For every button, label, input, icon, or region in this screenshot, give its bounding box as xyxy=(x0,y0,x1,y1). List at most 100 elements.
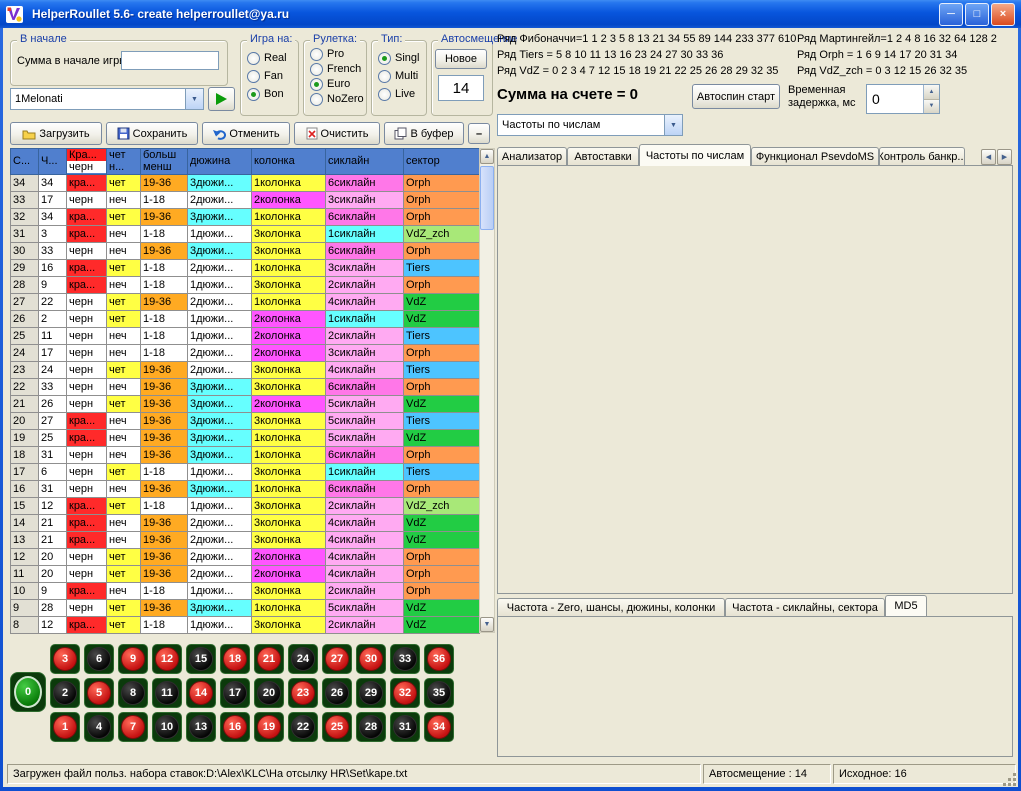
col-header-color[interactable]: Кра...черн xyxy=(67,149,107,175)
number-chip-3[interactable]: 3 xyxy=(50,644,80,674)
history-row[interactable]: 313кра...неч1-181дюжи...3колонка1сиклайн… xyxy=(11,226,480,243)
tabs-scroll-left-button[interactable]: ◀ xyxy=(981,149,996,165)
history-row[interactable]: 3033черннеч19-363дюжи...3колонка6сиклайн… xyxy=(11,243,480,260)
preset-combobox[interactable]: 1Melonati ▼ xyxy=(10,88,204,110)
chevron-down-icon[interactable]: ▼ xyxy=(185,89,203,109)
number-chip-13[interactable]: 13 xyxy=(186,712,216,742)
number-chip-27[interactable]: 27 xyxy=(322,644,352,674)
col-header-range[interactable]: большменш xyxy=(141,149,188,175)
tab-psevdoms[interactable]: Функционал PsevdoMS xyxy=(751,147,879,166)
start-sum-input[interactable] xyxy=(121,51,219,70)
delay-spinner[interactable]: 0 ▲▼ xyxy=(866,84,940,114)
radio-live[interactable]: Live xyxy=(378,87,415,101)
history-row[interactable]: 812кра...чет1-181дюжи...3колонка2сиклайн… xyxy=(11,617,480,634)
mode-combobox[interactable]: Частоты по числам ▼ xyxy=(497,114,683,136)
number-chip-12[interactable]: 12 xyxy=(152,644,182,674)
minimize-button[interactable]: ─ xyxy=(939,3,963,26)
autospin-start-button[interactable]: Автоспин старт xyxy=(692,84,780,109)
number-chip-18[interactable]: 18 xyxy=(220,644,250,674)
number-chip-20[interactable]: 20 xyxy=(254,678,284,708)
copy-to-buffer-button[interactable]: В буфер xyxy=(384,122,464,145)
number-chip-2[interactable]: 2 xyxy=(50,678,80,708)
radio-euro[interactable]: Euro xyxy=(310,77,350,91)
tab-md5[interactable]: MD5 xyxy=(885,595,927,616)
number-chip-23[interactable]: 23 xyxy=(288,678,318,708)
history-row[interactable]: 2511черннеч1-181дюжи...2колонка2сиклайнT… xyxy=(11,328,480,345)
number-chip-32[interactable]: 32 xyxy=(390,678,420,708)
number-chip-14[interactable]: 14 xyxy=(186,678,216,708)
radio-multi[interactable]: Multi xyxy=(378,69,418,83)
number-chip-5[interactable]: 5 xyxy=(84,678,114,708)
number-chip-26[interactable]: 26 xyxy=(322,678,352,708)
collapse-button[interactable]: – xyxy=(468,123,490,144)
history-row[interactable]: 2027кра...неч19-363дюжи...3колонка5сикла… xyxy=(11,413,480,430)
autoshift-new-button[interactable]: Новое xyxy=(435,49,487,69)
number-chip-35[interactable]: 35 xyxy=(424,678,454,708)
col-header-sector[interactable]: сектор xyxy=(404,149,480,175)
number-chip-24[interactable]: 24 xyxy=(288,644,318,674)
history-row[interactable]: 1120чернчет19-362дюжи...2колонка4сиклайн… xyxy=(11,566,480,583)
col-header-dozen[interactable]: дюжина xyxy=(188,149,252,175)
col-header-column[interactable]: колонка xyxy=(252,149,326,175)
history-row[interactable]: 1321кра...неч19-362дюжи...3колонка4сикла… xyxy=(11,532,480,549)
number-chip-16[interactable]: 16 xyxy=(220,712,250,742)
number-chip-33[interactable]: 33 xyxy=(390,644,420,674)
save-button[interactable]: Сохранить xyxy=(106,122,198,145)
history-row[interactable]: 176чернчет1-181дюжи...3колонка1сиклайнTi… xyxy=(11,464,480,481)
number-chip-9[interactable]: 9 xyxy=(118,644,148,674)
board-zero-chip[interactable]: 0 xyxy=(10,672,46,712)
number-chip-22[interactable]: 22 xyxy=(288,712,318,742)
col-header-spin[interactable]: С... xyxy=(11,149,39,175)
load-button[interactable]: Загрузить xyxy=(10,122,102,145)
history-row[interactable]: 3434кра...чет19-363дюжи...1колонка6сикла… xyxy=(11,175,480,192)
history-row[interactable]: 3317черннеч1-182дюжи...2колонка3сиклайнO… xyxy=(11,192,480,209)
col-header-parity[interactable]: четн... xyxy=(107,149,141,175)
number-chip-4[interactable]: 4 xyxy=(84,712,114,742)
history-row[interactable]: 1512кра...чет1-181дюжи...3колонка2сиклай… xyxy=(11,498,480,515)
number-chip-1[interactable]: 1 xyxy=(50,712,80,742)
radio-real[interactable]: Real xyxy=(247,51,287,65)
history-row[interactable]: 262чернчет1-181дюжи...2колонка1сиклайнVd… xyxy=(11,311,480,328)
number-chip-11[interactable]: 11 xyxy=(152,678,182,708)
tab-bankroll-control[interactable]: Контроль банкр... xyxy=(879,147,965,166)
number-chip-8[interactable]: 8 xyxy=(118,678,148,708)
history-row[interactable]: 1421кра...неч19-362дюжи...3колонка4сикла… xyxy=(11,515,480,532)
tab-autobets[interactable]: Автоставки xyxy=(567,147,639,166)
clear-button[interactable]: Очистить xyxy=(294,122,380,145)
col-header-sixline[interactable]: сиклайн xyxy=(326,149,404,175)
radio-nozero[interactable]: NoZero xyxy=(310,92,364,106)
col-header-number[interactable]: Ч... xyxy=(39,149,67,175)
number-chip-10[interactable]: 10 xyxy=(152,712,182,742)
number-chip-30[interactable]: 30 xyxy=(356,644,386,674)
number-chip-29[interactable]: 29 xyxy=(356,678,386,708)
number-chip-25[interactable]: 25 xyxy=(322,712,352,742)
radio-french[interactable]: French xyxy=(310,62,361,76)
resize-grip[interactable] xyxy=(1013,783,1016,786)
history-row[interactable]: 3234кра...чет19-363дюжи...1колонка6сикла… xyxy=(11,209,480,226)
scroll-down-button[interactable]: ▼ xyxy=(480,617,494,632)
history-row[interactable]: 1631черннеч19-363дюжи...1колонка6сиклайн… xyxy=(11,481,480,498)
number-chip-6[interactable]: 6 xyxy=(84,644,114,674)
number-chip-34[interactable]: 34 xyxy=(424,712,454,742)
number-chip-7[interactable]: 7 xyxy=(118,712,148,742)
history-row[interactable]: 1925кра...неч19-363дюжи...1колонка5сикла… xyxy=(11,430,480,447)
chevron-down-icon[interactable]: ▼ xyxy=(664,115,682,135)
tab-freq-sixlines-sectors[interactable]: Частота - сиклайны, сектора xyxy=(725,598,885,617)
radio-fan[interactable]: Fan xyxy=(247,69,283,83)
spin-up-button[interactable]: ▲ xyxy=(924,85,939,100)
radio-pro[interactable]: Pro xyxy=(310,47,344,61)
tabs-scroll-right-button[interactable]: ▶ xyxy=(997,149,1012,165)
history-row[interactable]: 289кра...неч1-181дюжи...3колонка2сиклайн… xyxy=(11,277,480,294)
history-scrollbar[interactable]: ▲ ▼ xyxy=(479,148,495,633)
tab-number-frequencies[interactable]: Частоты по числам xyxy=(639,144,751,166)
radio-bon[interactable]: Bon xyxy=(247,87,284,101)
undo-button[interactable]: Отменить xyxy=(202,122,290,145)
history-row[interactable]: 1831черннеч19-363дюжи...1колонка6сиклайн… xyxy=(11,447,480,464)
tab-freq-zero-chances[interactable]: Частота - Zero, шансы, дюжины, колонки xyxy=(497,598,725,617)
number-chip-31[interactable]: 31 xyxy=(390,712,420,742)
close-button[interactable]: × xyxy=(991,3,1015,26)
history-row[interactable]: 2916кра...чет1-182дюжи...1колонка3сиклай… xyxy=(11,260,480,277)
number-chip-15[interactable]: 15 xyxy=(186,644,216,674)
history-row[interactable]: 928чернчет19-363дюжи...1колонка5сиклайнV… xyxy=(11,600,480,617)
radio-singl[interactable]: Singl xyxy=(378,51,419,65)
